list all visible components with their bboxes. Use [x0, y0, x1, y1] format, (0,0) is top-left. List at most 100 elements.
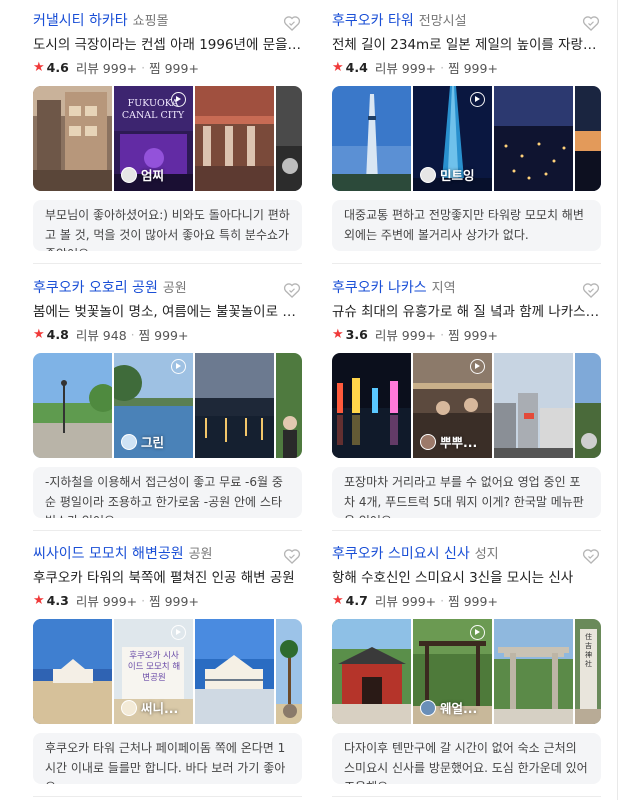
photo[interactable]: [494, 619, 573, 724]
photo[interactable]: 웨얼...: [413, 619, 492, 724]
place-card[interactable]: 후쿠오카 타워 전망시설 전체 길이 234m로 일본 제일의 높이를 자랑하는…: [332, 10, 601, 251]
photo-author[interactable]: 민트잉: [420, 165, 475, 184]
rating: 3.6: [345, 326, 368, 342]
photo[interactable]: 그린: [114, 353, 193, 458]
review-count: 리뷰 948: [75, 327, 127, 343]
play-icon[interactable]: [171, 625, 186, 640]
place-meta: ★ 4.8 리뷰 948 · 찜 999+: [33, 323, 302, 345]
place-description: 도시의 극장이라는 컨셉 아래 1996년에 문을 연 복합 쇼핑몰: [33, 37, 302, 53]
photo-author[interactable]: 써니...: [121, 698, 178, 717]
place-title[interactable]: 후쿠오카 오호리 공원: [33, 277, 158, 297]
save-count: 찜 999+: [448, 60, 498, 76]
photo[interactable]: [494, 353, 573, 458]
photo-author[interactable]: 그린: [121, 432, 164, 451]
review-snippet[interactable]: -지하철을 이용해서 접근성이 좋고 무료 -6월 중순 평일이라 조용하고 한…: [33, 467, 302, 518]
photo-strip[interactable]: 뿌뿌...: [332, 353, 601, 458]
place-meta: ★ 4.4 리뷰 999+ · 찜 999+: [332, 56, 601, 78]
photo[interactable]: [276, 86, 302, 191]
photo[interactable]: [276, 619, 302, 724]
photo[interactable]: [575, 86, 601, 191]
review-count: 리뷰 999+: [75, 60, 138, 76]
card-divider: [332, 530, 601, 531]
rating: 4.8: [46, 326, 69, 342]
rating: 4.7: [345, 592, 368, 608]
place-title-row: 커낼시티 하카타 쇼핑몰: [33, 10, 302, 34]
photo[interactable]: [276, 353, 302, 458]
photo[interactable]: [195, 353, 274, 458]
photo[interactable]: [332, 619, 411, 724]
photo[interactable]: 住吉神社: [575, 619, 601, 724]
photo[interactable]: [33, 353, 112, 458]
heart-icon[interactable]: [282, 13, 302, 33]
photo-author[interactable]: 뿌뿌...: [420, 432, 477, 451]
review-snippet[interactable]: 포장마차 거리라고 부를 수 없어요 영업 중인 포차 4개, 푸드트럭 5대 …: [332, 467, 601, 518]
star-icon: ★: [332, 326, 344, 342]
rating: 4.4: [345, 59, 368, 75]
photo[interactable]: [195, 86, 274, 191]
play-icon[interactable]: [470, 625, 485, 640]
author-name: 써니...: [141, 701, 179, 716]
play-icon[interactable]: [171, 359, 186, 374]
review-snippet[interactable]: 부모님이 좋아하셨어요:) 비와도 돌아다니기 편하고 볼 것, 먹을 것이 많…: [33, 200, 302, 251]
photo[interactable]: [494, 86, 573, 191]
place-title[interactable]: 후쿠오카 타워: [332, 10, 414, 30]
play-icon[interactable]: [470, 359, 485, 374]
photo[interactable]: 후쿠오카 시사이드 모모치 해변공원 써니...: [114, 619, 193, 724]
place-description: 전체 길이 234m로 일본 제일의 높이를 자랑하는 해변 타워: [332, 37, 601, 53]
right-divider: [617, 0, 618, 800]
review-snippet[interactable]: 대중교통 편하고 전망좋지만 타워랑 모모치 해변외에는 주변에 볼거리사 상가…: [332, 200, 601, 251]
photo[interactable]: 뿌뿌...: [413, 353, 492, 458]
place-card[interactable]: 후쿠오카 스미요시 신사 성지 항해 수호신인 스미요시 3신을 모시는 신사 …: [332, 543, 601, 784]
photo-strip[interactable]: 웨얼... 住吉神社: [332, 619, 601, 724]
photo-strip[interactable]: 민트잉: [332, 86, 601, 191]
heart-icon[interactable]: [581, 546, 601, 566]
place-title[interactable]: 후쿠오카 스미요시 신사: [332, 543, 470, 563]
photo[interactable]: [195, 619, 274, 724]
photo[interactable]: 민트잉: [413, 86, 492, 191]
photo-author[interactable]: 웨얼...: [420, 698, 477, 717]
avatar: [420, 166, 436, 183]
review-count: 리뷰 999+: [374, 593, 437, 609]
place-meta: ★ 4.6 리뷰 999+ · 찜 999+: [33, 56, 302, 78]
place-title[interactable]: 커낼시티 하카타: [33, 10, 128, 30]
play-icon[interactable]: [470, 92, 485, 107]
card-divider: [332, 263, 601, 264]
place-title-row: 후쿠오카 오호리 공원 공원: [33, 277, 302, 301]
place-category: 공원: [162, 281, 187, 296]
heart-icon[interactable]: [282, 546, 302, 566]
review-snippet[interactable]: 후쿠오카 타워 근처나 페이페이돔 쪽에 온다면 1시간 이내로 들를만 합니다…: [33, 733, 302, 784]
place-card[interactable]: 커낼시티 하카타 쇼핑몰 도시의 극장이라는 컨셉 아래 1996년에 문을 연…: [33, 10, 302, 251]
avatar: [121, 433, 137, 450]
heart-icon[interactable]: [581, 13, 601, 33]
save-count: 찜 999+: [448, 593, 498, 609]
photo[interactable]: [33, 86, 112, 191]
photo[interactable]: FUKUOKA CANAL CITY 엄찌: [114, 86, 193, 191]
place-card[interactable]: 후쿠오카 나카스 지역 규슈 최대의 유흥가로 해 질 녘과 함께 나카스 강변…: [332, 277, 601, 518]
photo-strip[interactable]: FUKUOKA CANAL CITY 엄찌: [33, 86, 302, 191]
photo[interactable]: [332, 86, 411, 191]
photo-strip[interactable]: 후쿠오카 시사이드 모모치 해변공원 써니...: [33, 619, 302, 724]
momochi-sign: 후쿠오카 시사이드 모모치 해변공원: [127, 651, 181, 683]
place-title[interactable]: 후쿠오카 나카스: [332, 277, 427, 297]
review-count: 리뷰 999+: [374, 60, 437, 76]
review-snippet[interactable]: 다자이후 텐만구에 갈 시간이 없어 숙소 근처의 스미요시 신사를 방문했어요…: [332, 733, 601, 784]
photo-strip[interactable]: 그린: [33, 353, 302, 458]
play-icon[interactable]: [171, 92, 186, 107]
place-title[interactable]: 씨사이드 모모치 해변공원: [33, 543, 184, 563]
place-card[interactable]: 씨사이드 모모치 해변공원 공원 후쿠오카 타워의 북쪽에 펼쳐진 인공 해변 …: [33, 543, 302, 784]
heart-icon[interactable]: [581, 280, 601, 300]
place-card[interactable]: 후쿠오카 오호리 공원 공원 봄에는 벚꽃놀이 명소, 여름에는 불꽃놀이로 유…: [33, 277, 302, 518]
photo-author[interactable]: 엄찌: [121, 165, 164, 184]
separator: ·: [130, 326, 135, 342]
photo[interactable]: [575, 353, 601, 458]
place-meta: ★ 4.7 리뷰 999+ · 찜 999+: [332, 589, 601, 611]
place-category: 공원: [188, 547, 213, 562]
photo[interactable]: [332, 353, 411, 458]
heart-icon[interactable]: [282, 280, 302, 300]
photo[interactable]: [33, 619, 112, 724]
place-meta: ★ 4.3 리뷰 999+ · 찜 999+: [33, 589, 302, 611]
star-icon: ★: [33, 592, 45, 608]
place-title-row: 씨사이드 모모치 해변공원 공원: [33, 543, 302, 567]
star-icon: ★: [33, 59, 45, 75]
separator: ·: [141, 592, 146, 608]
